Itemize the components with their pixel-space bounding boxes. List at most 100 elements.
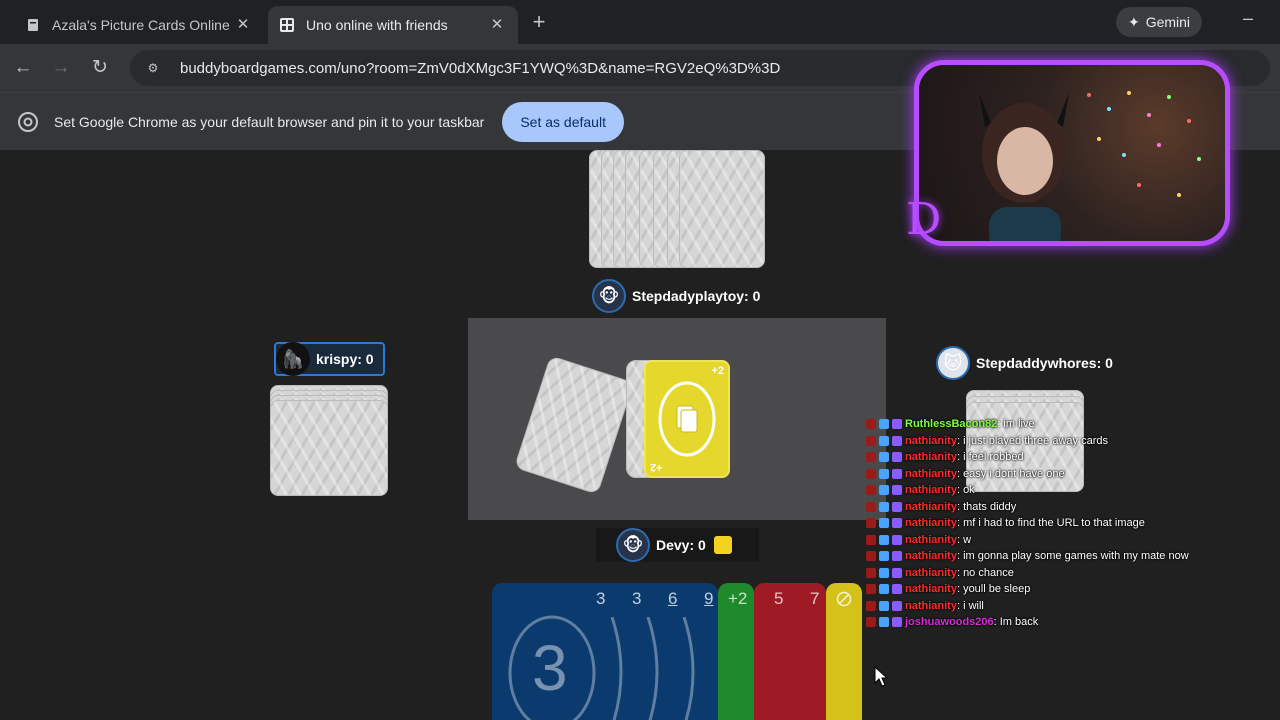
tab-azala[interactable]: Azala's Picture Cards Online ✕ [14, 6, 264, 44]
badge-icon [879, 468, 889, 479]
current-color-chip [713, 536, 732, 554]
player-top-nameplate: 🐵 Stepdadyplaytoy: 0 [592, 279, 760, 313]
chat-message: nathianity: no chance [866, 565, 1246, 582]
badge-icon [879, 600, 889, 611]
close-icon[interactable]: ✕ [234, 16, 252, 34]
badge-icon [879, 617, 889, 628]
chat-badges [866, 567, 902, 578]
badge-icon [879, 419, 889, 430]
badge-icon [892, 518, 902, 529]
badge-icon [892, 567, 902, 578]
stream-logo-d: D [906, 194, 942, 245]
chat-badges [866, 518, 902, 529]
site-settings-icon[interactable]: ⚙ [142, 57, 164, 79]
back-arrow-icon[interactable]: ← [10, 55, 36, 81]
player-name: Stepdadyplaytoy: 0 [632, 288, 761, 304]
chat-username: nathianity [905, 500, 957, 513]
chat-message: RuthlessBacon82: im live [866, 416, 1246, 433]
chat-text: : ok [956, 484, 975, 496]
cat-avatar: 🐱 [936, 346, 970, 380]
card-corner-label: +2 [650, 461, 663, 473]
badge-icon [866, 534, 876, 545]
chat-message: nathianity: thats diddy [866, 499, 1246, 516]
chat-username: nathianity [905, 583, 957, 595]
new-tab-button[interactable]: + [526, 10, 552, 36]
url-text[interactable]: buddyboardgames.com/uno?room=ZmV0dXMgc3F… [180, 60, 780, 77]
badge-icon [866, 501, 876, 512]
set-as-default-button[interactable]: Set as default [502, 101, 624, 142]
badge-icon [866, 518, 876, 529]
chat-badges [866, 551, 902, 562]
badge-icon [866, 419, 876, 430]
chat-username: joshuawoods206 [905, 616, 994, 628]
document-icon [28, 19, 38, 31]
tab-strip: Azala's Picture Cards Online ✕ Uno onlin… [0, 0, 1280, 44]
chat-username: nathianity [905, 434, 957, 447]
badge-icon [879, 551, 889, 562]
chat-text: : i feel robbed [956, 451, 1024, 463]
reload-icon[interactable]: ↻ [87, 55, 113, 81]
minimize-icon[interactable]: – [1236, 8, 1260, 32]
chat-badges [866, 452, 902, 463]
hand-card-number: 3 [596, 589, 606, 608]
card-corner-label: +2 [711, 365, 724, 377]
hand-card-number: 9 [704, 589, 714, 608]
hand-card-number: +2 [728, 589, 748, 608]
chat-badges [866, 468, 902, 479]
fairy-lights [1087, 91, 1201, 197]
hand-card-number: 7 [810, 589, 820, 608]
chat-message: nathianity: i will [866, 598, 1246, 615]
badge-icon [866, 567, 876, 578]
card-edge-arcs [610, 617, 695, 720]
chat-badges [866, 435, 902, 446]
close-icon[interactable]: ✕ [488, 16, 506, 34]
badge-icon [892, 419, 902, 430]
chat-badges [866, 617, 902, 628]
chat-badges [866, 600, 902, 611]
badge-icon [866, 468, 876, 479]
badge-icon [866, 584, 876, 595]
chat-text: : thats diddy [956, 500, 1017, 513]
sparkle-icon: ✦ [1127, 13, 1140, 30]
card-back [679, 150, 765, 268]
hand-card-red[interactable]: 5 7 [754, 583, 826, 720]
my-hand: 3 3 3 6 9 +2 5 7 [492, 583, 862, 720]
tab-uno[interactable]: Uno online with friends ✕ [268, 6, 518, 44]
hand-card-blue[interactable]: 3 3 3 6 9 [492, 583, 718, 720]
tab-title: Azala's Picture Cards Online [52, 17, 230, 33]
play-area: +2 +2 [468, 318, 886, 520]
forward-arrow-icon[interactable]: → [48, 55, 74, 81]
badge-icon [879, 501, 889, 512]
chat-username: nathianity [905, 599, 957, 612]
chat-username: nathianity [905, 484, 957, 496]
chat-message: nathianity: easy i dont have one [866, 466, 1246, 483]
chat-username: RuthlessBacon82 [905, 418, 998, 430]
badge-icon [879, 452, 889, 463]
badge-icon [892, 435, 902, 446]
chat-username: nathianity [905, 467, 957, 480]
badge-icon [879, 518, 889, 529]
badge-icon [879, 584, 889, 595]
gemini-label: Gemini [1145, 14, 1191, 30]
gorilla-avatar: 🦍 [276, 342, 310, 376]
hand-card-yellow[interactable] [826, 583, 862, 720]
player-left-nameplate: 🦍 krispy: 0 [274, 342, 385, 376]
chat-badges [866, 534, 902, 545]
chat-text: : no chance [956, 566, 1014, 579]
grid-icon [280, 18, 294, 32]
chat-username: nathianity [905, 451, 957, 463]
draw-pile[interactable] [513, 355, 635, 495]
hand-card-green[interactable]: +2 [718, 583, 754, 720]
badge-icon [892, 584, 902, 595]
player-right-nameplate: 🐱 Stepdaddywhores: 0 [936, 346, 1113, 380]
chat-text: : i just played three away cards [956, 434, 1108, 447]
badge-icon [866, 435, 876, 446]
player-name: krispy: 0 [316, 351, 374, 367]
monkey-avatar: 🐵 [616, 528, 650, 562]
gemini-button[interactable]: ✦ Gemini [1116, 7, 1202, 37]
chat-message: joshuawoods206: Im back [866, 614, 1246, 631]
badge-icon [892, 485, 902, 496]
badge-icon [892, 617, 902, 628]
chat-badges [866, 485, 902, 496]
chat-username: nathianity [905, 550, 957, 562]
